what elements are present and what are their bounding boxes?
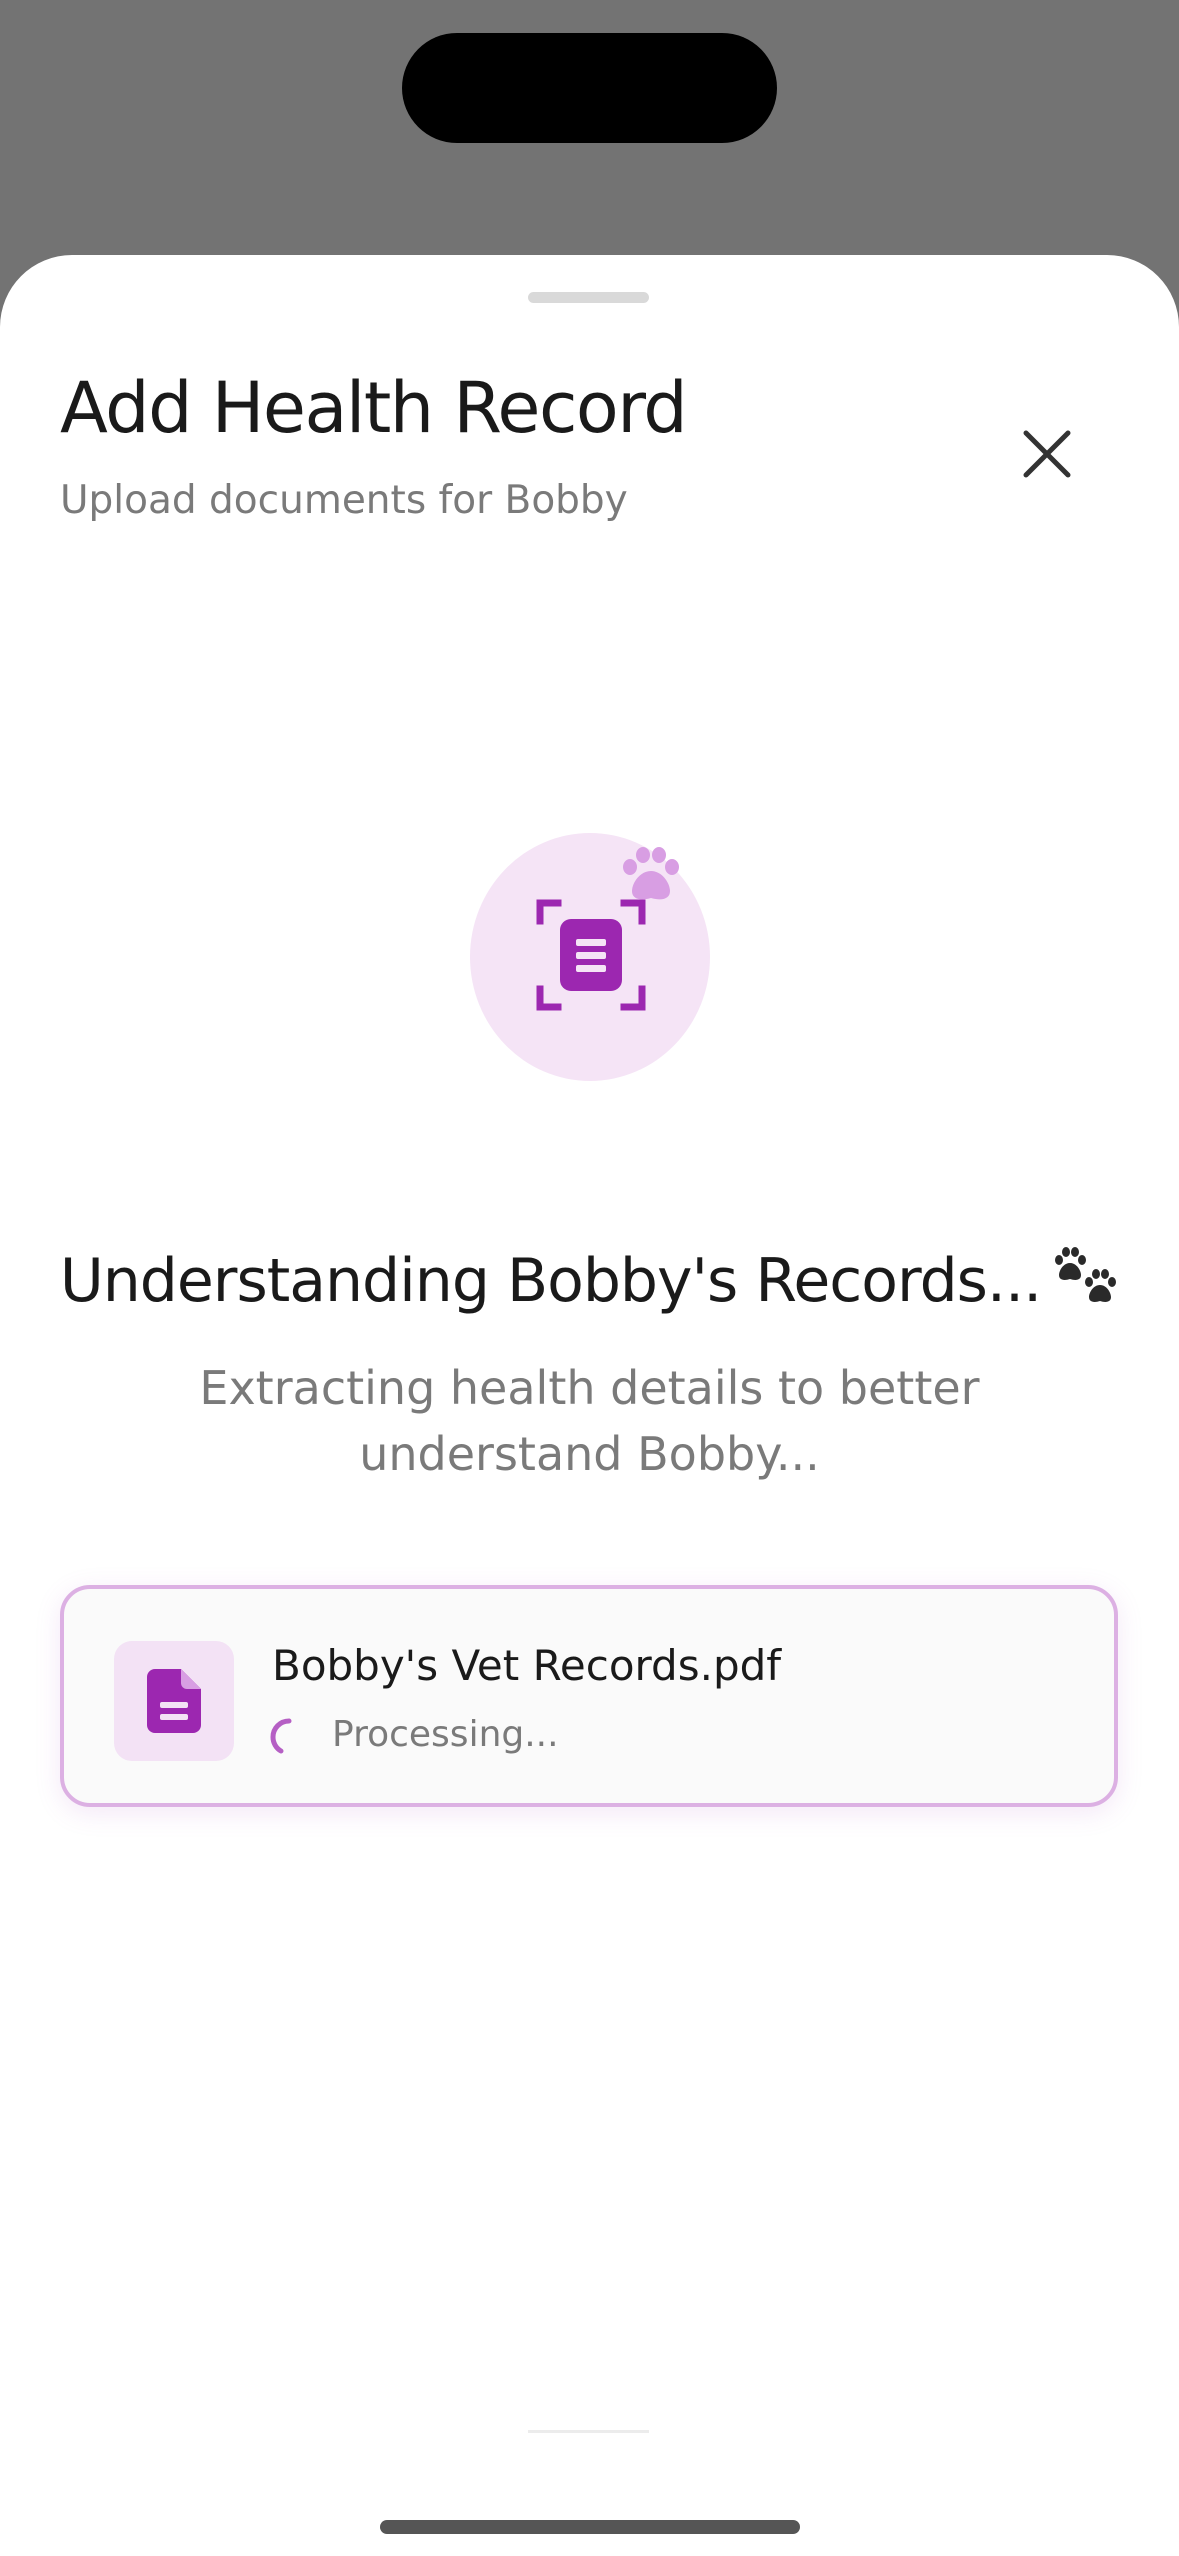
- file-name: Bobby's Vet Records.pdf: [272, 1641, 782, 1690]
- close-button[interactable]: [1010, 417, 1084, 491]
- file-icon: [147, 1669, 201, 1733]
- add-health-record-sheet: Add Health Record Upload documents for B…: [0, 255, 1179, 2556]
- processing-illustration: [470, 833, 710, 1081]
- loading-spinner-icon: [270, 1718, 292, 1754]
- dynamic-island: [402, 33, 777, 143]
- bottom-divider: [528, 2430, 649, 2433]
- paw-icon: [623, 847, 679, 900]
- document-scan-icon: [536, 899, 646, 1011]
- file-thumbnail: [114, 1641, 234, 1761]
- uploaded-file-card[interactable]: Bobby's Vet Records.pdf Processing...: [60, 1585, 1118, 1807]
- close-icon: [1023, 430, 1071, 478]
- processing-heading: Understanding Bobby's Records...: [0, 1245, 1179, 1317]
- processing-heading-text: Understanding Bobby's Records...: [59, 1246, 1042, 1316]
- file-status: Processing...: [332, 1714, 559, 1755]
- sheet-title: Add Health Record: [60, 367, 688, 449]
- processing-description: Extracting health details to better unde…: [199, 1361, 980, 1481]
- paw-prints-icon: [1055, 1247, 1117, 1302]
- sheet-grabber[interactable]: [528, 292, 649, 303]
- home-indicator[interactable]: [380, 2520, 800, 2534]
- sheet-subtitle: Upload documents for Bobby: [60, 478, 628, 523]
